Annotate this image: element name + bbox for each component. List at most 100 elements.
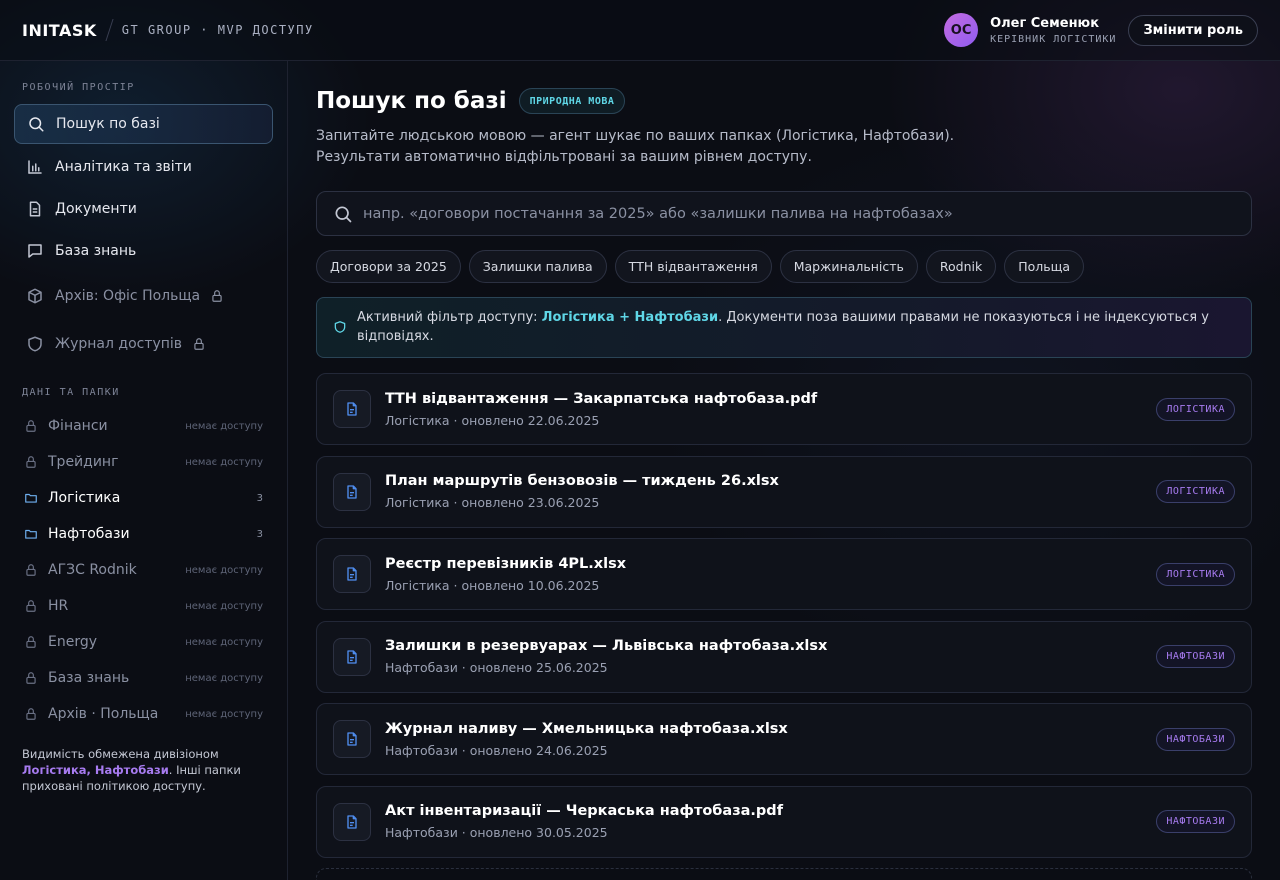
folder-finance[interactable]: Фінанси немає доступу (14, 408, 273, 444)
result-meta: Логістика · оновлено 23.06.2025 (385, 495, 600, 510)
result-item[interactable]: ТТН відвантаження — Закарпатська нафтоба… (316, 373, 1252, 445)
file-icon (347, 484, 357, 499)
folder-access-status: немає доступу (185, 600, 263, 612)
avatar: ОС (944, 13, 979, 47)
sidebar-item-label: Пошук по базі (56, 116, 160, 132)
sidebar-item-label: Архів: Офіс Польща (55, 288, 201, 304)
folder-label: HR (48, 598, 69, 614)
result-item[interactable]: Акт інвентаризації — Черкаська нафтобаза… (316, 785, 1252, 858)
access-filter-text: Активний фільтр доступу: Логістика + Наф… (357, 310, 1209, 344)
folder-icon (25, 493, 37, 503)
result-tag: ЛОГІСТИКА (1156, 397, 1235, 421)
sidebar: РОБОЧИЙ ПРОСТІР Пошук по базі Аналітика … (0, 61, 288, 880)
search-icon (335, 206, 352, 222)
chip-contracts-2025[interactable]: Договори за 2025 (316, 250, 461, 283)
result-tag: ЛОГІСТИКА (1156, 480, 1235, 503)
folder-label: База знань (48, 670, 130, 686)
file-icon (347, 402, 357, 416)
folder-icon (25, 529, 37, 539)
lock-icon (26, 636, 36, 648)
result-item[interactable]: Журнал наливу — Хмельницька нафтобаза.xl… (316, 703, 1252, 775)
folder-hr[interactable]: HR немає доступу (14, 588, 273, 624)
shield-icon (28, 336, 42, 352)
change-role-button[interactable]: Змінити роль (1128, 14, 1258, 46)
folder-access-status: немає доступу (185, 456, 263, 468)
folder-count: 3 (256, 492, 263, 504)
results-list: ТТН відвантаження — Закарпатська нафтоба… (316, 373, 1252, 880)
result-title: Акт інвентаризації — Черкаська нафтобаза… (385, 803, 783, 819)
suggestion-chips: Договори за 2025 Залишки палива ТТН відв… (316, 250, 1252, 283)
sidebar-item-archive-poland[interactable]: Архів: Офіс Польща (14, 273, 273, 319)
result-meta: Нафтобази · оновлено 24.06.2025 (385, 742, 608, 758)
shield-icon (334, 321, 346, 333)
chip-margin[interactable]: Маржинальність (779, 250, 918, 283)
chip-waybills[interactable]: ТТН відвантаження (614, 250, 772, 283)
lock-icon (194, 338, 204, 350)
result-meta: Нафтобази · оновлено 25.06.2025 (385, 660, 608, 675)
file-icon (347, 814, 357, 829)
folder-label: Трейдинг (48, 454, 119, 470)
sidebar-item-label: Документи (55, 201, 137, 217)
chip-poland[interactable]: Польща (1004, 250, 1085, 283)
result-tag: НАФТОБАЗИ (1156, 810, 1235, 833)
folder-trading[interactable]: Трейдинг немає доступу (14, 444, 273, 480)
access-note-divisions: Логістика, Нафтобази (22, 763, 169, 777)
folder-label: Логістика (48, 490, 121, 506)
search-input[interactable] (363, 205, 1235, 222)
search-icon (29, 117, 44, 132)
lock-icon (26, 564, 36, 576)
result-item[interactable]: План маршрутів бензовозів — тиждень 26.x… (316, 455, 1252, 528)
sidebar-item-label: Аналітика та звіти (55, 159, 192, 175)
brand-logo: INITASK (22, 20, 97, 40)
folder-archive-poland[interactable]: Архів · Польща немає доступу (14, 696, 273, 732)
lock-icon (26, 456, 36, 468)
folder-access-status: немає доступу (185, 564, 263, 576)
file-icon (347, 567, 357, 581)
folder-logistics[interactable]: Логістика 3 (14, 480, 273, 516)
access-note: Видимість обмежена дивізіоном Логістика,… (22, 747, 241, 793)
sidebar-item-label: Журнал доступів (55, 336, 183, 352)
sidebar-item-access-log[interactable]: Журнал доступів (14, 321, 273, 367)
natural-language-badge: ПРИРОДНА МОВА (518, 88, 626, 114)
data-section-label: ДАНІ ТА ПАПКИ (22, 387, 120, 398)
user-name: Олег Семенюк (990, 15, 1100, 31)
access-filter-scope: Логістика + Нафтобази (541, 310, 719, 325)
result-meta: Нафтобази · оновлено 30.05.2025 (385, 825, 608, 840)
sidebar-item-documents[interactable]: Документи (14, 189, 273, 229)
lock-icon (212, 290, 222, 302)
folder-oil-depots[interactable]: Нафтобази 3 (14, 516, 273, 552)
sidebar-item-search[interactable]: Пошук по базі (14, 104, 273, 144)
file-icon (347, 649, 357, 664)
result-item[interactable]: Реєстр перевізників 4PL.xlsx Логістика · … (316, 538, 1252, 610)
result-title: План маршрутів бензовозів — тиждень 26.x… (385, 473, 779, 489)
lock-icon (26, 672, 36, 684)
folder-knowledge-base[interactable]: База знань немає доступу (14, 660, 273, 696)
main-content: Пошук по базі ПРИРОДНА МОВА Запитайте лю… (316, 61, 1252, 880)
chip-rodnik[interactable]: Rodnik (925, 250, 997, 283)
chip-fuel-stock[interactable]: Залишки палива (468, 250, 607, 283)
result-title: Залишки в резервуарах — Львівська нафтоб… (385, 638, 828, 654)
folder-label: Нафтобази (48, 526, 130, 542)
page-title: Пошук по базі (316, 88, 507, 114)
workspace-section-label: РОБОЧИЙ ПРОСТІР (22, 82, 135, 93)
folder-access-status: немає доступу (185, 672, 263, 684)
file-icon (347, 732, 357, 746)
folder-energy[interactable]: Energy немає доступу (14, 624, 273, 660)
result-meta: Логістика · оновлено 22.06.2025 (385, 412, 600, 428)
sidebar-item-analytics[interactable]: Аналітика та звіти (14, 147, 273, 187)
brand-subtitle: GT GROUP · MVP ДОСТУПУ (121, 23, 314, 37)
page-subtitle: Запитайте людською мовою — агент шукає п… (316, 128, 955, 165)
result-tag: НАФТОБАЗИ (1156, 645, 1235, 668)
search-box (316, 191, 1252, 236)
top-bar: INITASK GT GROUP · MVP ДОСТУПУ ОС Олег С… (0, 0, 1280, 61)
brand-divider (105, 19, 114, 41)
sidebar-item-knowledge-base[interactable]: База знань (14, 231, 273, 271)
folder-rodnik[interactable]: АГЗС Rodnik немає доступу (14, 552, 273, 588)
result-meta: Логістика · оновлено 10.06.2025 (385, 577, 600, 593)
user-info: Олег Семенюк КЕРІВНИК ЛОГІСТИКИ (990, 16, 1116, 45)
folder-label: Energy (48, 634, 98, 650)
folder-access-status: немає доступу (185, 420, 263, 432)
result-item-partial (316, 868, 1252, 880)
result-item[interactable]: Залишки в резервуарах — Львівська нафтоб… (316, 620, 1252, 693)
folder-label: Фінанси (48, 418, 108, 434)
